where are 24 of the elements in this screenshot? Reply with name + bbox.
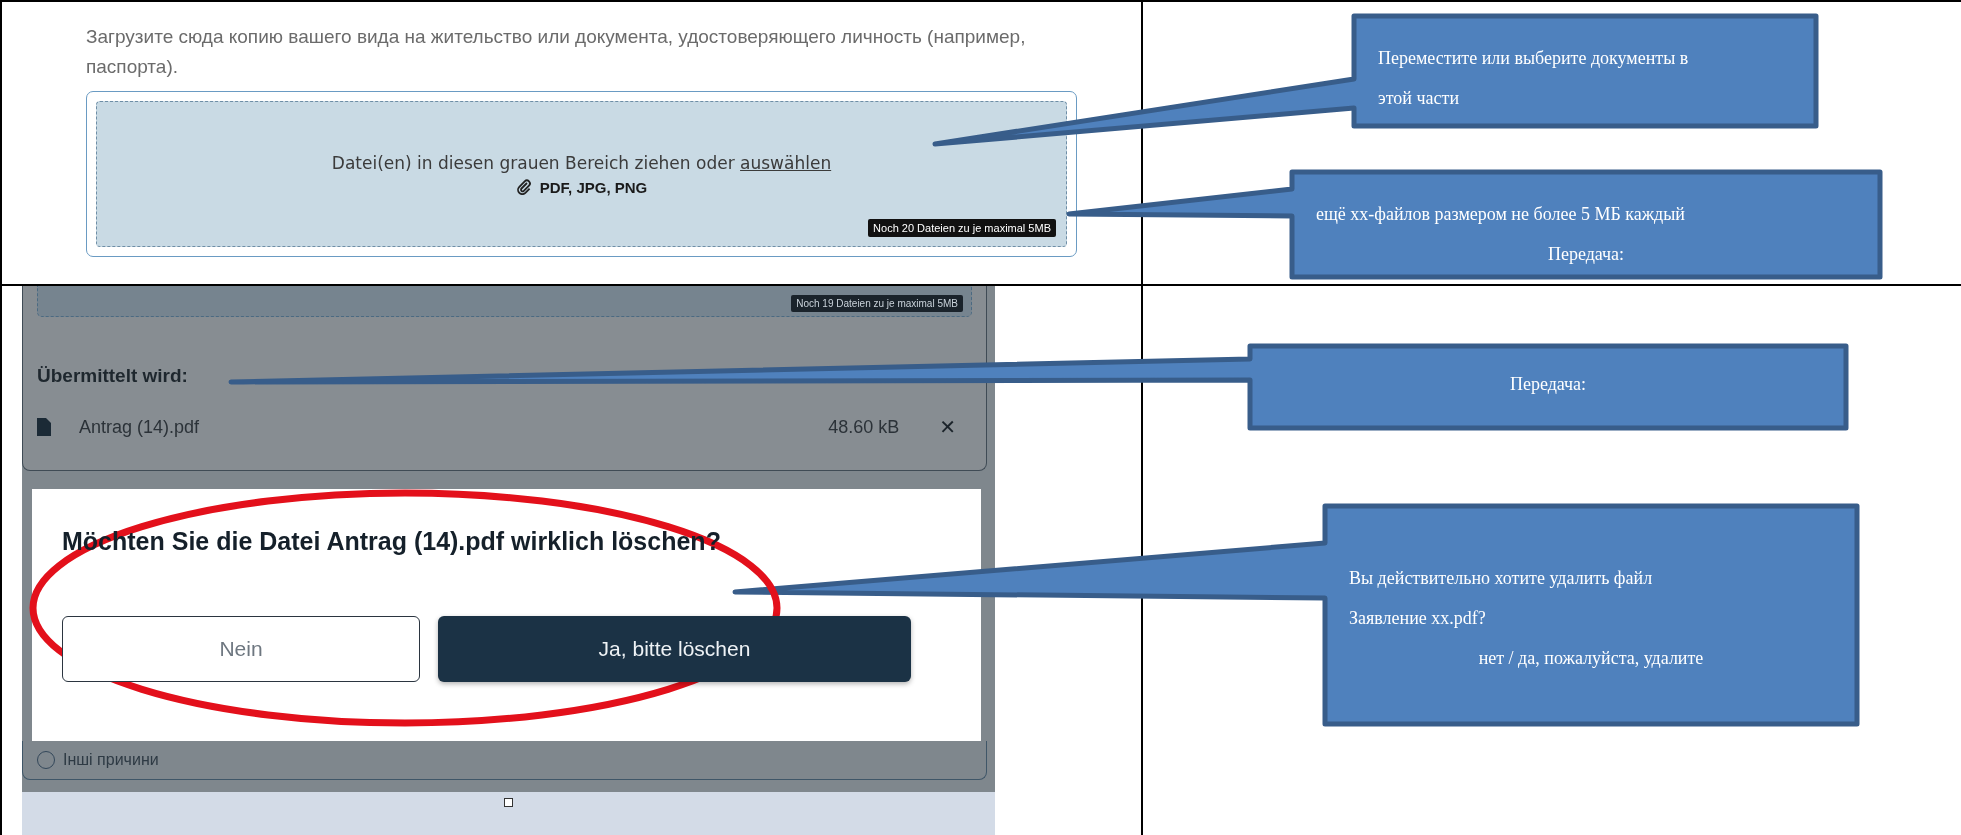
dialog-button[interactable]: Ja, bitte löschen (438, 616, 911, 682)
callout-text: Заявление хх.pdf? (1349, 607, 1487, 630)
file-icon (37, 418, 51, 436)
instruction-text: Загрузите сюда копию вашего вида на жительство или документа, удостоверяющего личность (например, паспорта). (86, 25, 1027, 79)
callout-text: этой части (1378, 87, 1461, 110)
upload-dropzone[interactable]: Datei(en) in diesen grauen Bereich ziehen oder auswählen PDF, JPG, PNG Noch 20 Dateien zu je maximal 5MB (86, 91, 1077, 257)
option-label: Інші причини (63, 751, 159, 769)
callout-text: Передача: (1508, 373, 1588, 396)
file-formats: PDF, JPG, PNG (539, 178, 648, 196)
file-limit-badge: Noch 20 Dateien zu je maximal 5MB (868, 219, 1056, 237)
file-limit-badge: Noch 19 Dateien zu je maximal 5MB (791, 295, 963, 312)
paperclip-icon (515, 179, 532, 195)
callout-text: Передача: (1546, 243, 1626, 266)
dialog-button[interactable]: Nein (62, 616, 420, 682)
file-size: 48.60 kB (828, 416, 900, 438)
file-name: Antrag (14).pdf (79, 416, 201, 438)
callout-text: ещё хх-файлов размером не более 5 МБ каждый (1316, 203, 1686, 226)
callout-text: Переместите или выберите документы в (1378, 47, 1690, 70)
callout-text: Вы действительно хотите удалить файл (1349, 567, 1654, 590)
remove-file-button[interactable]: ✕ (927, 415, 956, 439)
callout-text: нет / да, пожалуйста, удалите (1477, 647, 1705, 670)
dropzone-prompt: Datei(en) in diesen grauen Bereich ziehen oder auswählen (331, 152, 832, 173)
transfer-heading: Übermittelt wird: (37, 365, 189, 387)
select-link[interactable]: auswählen (740, 152, 832, 173)
